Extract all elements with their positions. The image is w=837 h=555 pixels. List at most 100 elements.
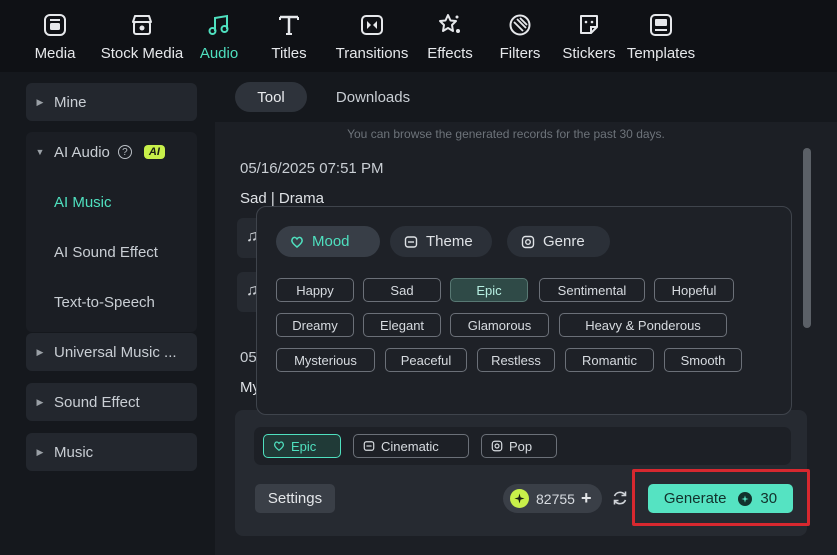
sidebar-item-text-to-speech[interactable]: Text-to-Speech (26, 283, 197, 321)
toolbar-stickers-label: Stickers (562, 45, 616, 62)
scrollbar[interactable] (803, 148, 811, 328)
tag-picker-popup: Mood Theme Genre Happy Sad Epic Sentimen… (256, 206, 792, 415)
caret-down-icon: ▼ (35, 147, 45, 157)
toolbar-filters[interactable]: Filters (490, 0, 550, 72)
category-label: Mood (312, 233, 350, 250)
tag-label: Epic (291, 438, 317, 454)
tag-label: Pop (509, 438, 533, 454)
tab-theme[interactable]: Theme (390, 226, 492, 257)
record-date: 05 (240, 349, 257, 366)
toolbar-titles[interactable]: Titles (259, 0, 319, 72)
selected-tags-row: Epic Cinematic Pop (254, 427, 791, 465)
mood-chip-elegant[interactable]: Elegant (363, 313, 441, 337)
mood-chip-romantic[interactable]: Romantic (565, 348, 654, 372)
toolbar-stock-media[interactable]: Stock Media (95, 0, 189, 72)
mood-chip-happy[interactable]: Happy (276, 278, 354, 302)
toolbar-effects[interactable]: Effects (420, 0, 480, 72)
record-date: 05/16/2025 07:51 PM (240, 160, 384, 177)
tab-genre[interactable]: Genre (507, 226, 610, 257)
mood-chip-sentimental[interactable]: Sentimental (539, 278, 645, 302)
credit-icon (510, 489, 529, 508)
credits-pill[interactable]: 82755 + (503, 484, 602, 513)
toolbar-media-label: Media (34, 45, 76, 62)
selected-tag-cinematic[interactable]: Cinematic (353, 434, 469, 458)
history-hint: You can browse the generated records for… (347, 127, 665, 141)
audio-icon (205, 11, 233, 39)
genre-icon (521, 235, 535, 248)
mood-icon (291, 236, 303, 248)
sidebar-item-mine[interactable]: ▶ Mine (26, 83, 197, 121)
toolbar-media[interactable]: Media (22, 0, 88, 72)
theme-icon (404, 235, 418, 248)
selected-tag-pop[interactable]: Pop (481, 434, 557, 458)
tab-mood[interactable]: Mood (276, 226, 380, 257)
mood-chip-epic[interactable]: Epic (450, 278, 528, 302)
caret-right-icon: ▶ (36, 396, 44, 407)
sidebar-item-ai-sound-effect[interactable]: AI Sound Effect (26, 233, 197, 271)
templates-icon (647, 11, 675, 39)
genre-icon (491, 440, 503, 452)
caret-right-icon: ▶ (36, 96, 44, 107)
refresh-icon[interactable] (611, 489, 629, 507)
toolbar-stock-media-label: Stock Media (100, 45, 184, 62)
effects-icon (436, 11, 464, 39)
sidebar-item-label: Music (54, 443, 94, 461)
toolbar-templates[interactable]: Templates (623, 0, 699, 72)
transitions-icon (358, 11, 386, 39)
titles-icon (275, 11, 303, 39)
theme-icon (363, 441, 375, 451)
mood-icon (274, 441, 284, 452)
toolbar-titles-label: Titles (271, 45, 307, 62)
record-tags: Sad | Drama (240, 190, 324, 207)
sidebar-item-label: Universal Music ... (54, 343, 177, 361)
caret-right-icon: ▶ (36, 346, 44, 357)
sidebar-item-label: AI Audio (54, 143, 110, 161)
toolbar-templates-label: Templates (626, 45, 696, 62)
prompt-card: Epic Cinematic Pop Settings 82755 + Gene… (235, 410, 807, 536)
mood-chip-dreamy[interactable]: Dreamy (276, 313, 354, 337)
mood-chip-smooth[interactable]: Smooth (664, 348, 742, 372)
sidebar-item-ai-music[interactable]: AI Music (26, 183, 197, 221)
sidebar-item-sound-effect[interactable]: ▶ Sound Effect (26, 383, 197, 421)
toolbar-transitions-label: Transitions (335, 45, 409, 62)
tab-downloads[interactable]: Downloads (321, 82, 425, 112)
generate-button[interactable]: Generate 30 (648, 484, 793, 513)
toolbar-effects-label: Effects (427, 45, 473, 62)
caret-right-icon: ▶ (36, 446, 44, 457)
category-label: Genre (543, 233, 585, 250)
sidebar-item-music[interactable]: ▶ Music (26, 433, 197, 471)
tab-tool[interactable]: Tool (235, 82, 307, 112)
credit-icon (738, 491, 753, 506)
mood-chip-mysterious[interactable]: Mysterious (276, 348, 375, 372)
tab-bar: Tool Downloads (215, 72, 837, 122)
top-toolbar: Media Stock Media Audio Titles Transitio… (0, 0, 837, 72)
sidebar: ▶ Mine ▼ AI Audio ? AI AI Music AI Sound… (0, 72, 215, 555)
credits-value: 82755 (536, 490, 575, 507)
tag-label: Cinematic (381, 438, 439, 454)
mood-chip-glamorous[interactable]: Glamorous (450, 313, 549, 337)
mood-chip-hopeful[interactable]: Hopeful (654, 278, 734, 302)
sidebar-item-label: Mine (54, 93, 87, 111)
ai-badge: AI (143, 145, 165, 159)
sidebar-item-ai-audio[interactable]: ▼ AI Audio ? AI (26, 133, 197, 171)
sidebar-item-label: Sound Effect (54, 393, 140, 411)
toolbar-stickers[interactable]: Stickers (558, 0, 620, 72)
stock-media-icon (128, 11, 156, 39)
add-credits-icon[interactable]: + (581, 488, 592, 509)
settings-button[interactable]: Settings (255, 484, 335, 513)
category-label: Theme (426, 233, 473, 250)
toolbar-audio[interactable]: Audio (193, 0, 245, 72)
media-icon (41, 11, 69, 39)
mood-chip-heavy-ponderous[interactable]: Heavy & Ponderous (559, 313, 727, 337)
sidebar-item-universal-music[interactable]: ▶ Universal Music ... (26, 333, 197, 371)
toolbar-filters-label: Filters (499, 45, 541, 62)
selected-tag-epic[interactable]: Epic (263, 434, 341, 458)
toolbar-audio-label: Audio (199, 45, 239, 62)
mood-chip-restless[interactable]: Restless (477, 348, 555, 372)
help-icon[interactable]: ? (117, 145, 132, 159)
mood-chip-sad[interactable]: Sad (363, 278, 441, 302)
toolbar-transitions[interactable]: Transitions (327, 0, 417, 72)
filters-icon (506, 11, 534, 39)
generate-label: Generate (663, 490, 727, 507)
mood-chip-peaceful[interactable]: Peaceful (385, 348, 467, 372)
